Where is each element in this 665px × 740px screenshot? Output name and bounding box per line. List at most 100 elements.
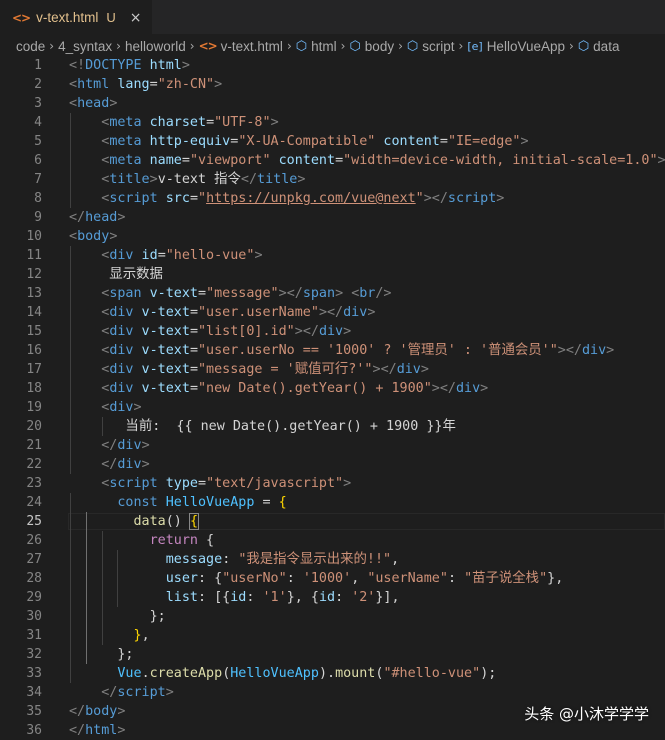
code-line: 5 <meta http-equiv="X-UA-Compatible" con… <box>0 132 665 151</box>
code-text: }, <box>69 626 150 645</box>
code-line: 28 user: {"userNo": '1000', "userName": … <box>0 569 665 588</box>
line-number: 32 <box>0 645 42 664</box>
code-text: <html lang="zh-CN"> <box>69 75 222 94</box>
line-number: 8 <box>0 189 42 208</box>
code-text: list: [{id: '1'}, {id: '2'}], <box>69 588 400 607</box>
code-line: 27 message: "我是指令显示出来的!!", <box>0 550 665 569</box>
line-number: 17 <box>0 360 42 379</box>
line-number: 23 <box>0 474 42 493</box>
code-line: 3 <head> <box>0 94 665 113</box>
line-number: 18 <box>0 379 42 398</box>
tab-bar-empty-area <box>152 0 665 34</box>
breadcrumb: code › 4_syntax › helloworld › <> v-text.html › ⬡… <box>0 35 665 57</box>
line-number: 9 <box>0 208 42 227</box>
code-line: 14 <div v-text="user.userName"></div> <box>0 303 665 322</box>
line-number: 14 <box>0 303 42 322</box>
breadcrumb-label: helloworld <box>125 39 186 54</box>
watermark: 头条 @小沐学学学 <box>524 703 649 724</box>
line-number: 22 <box>0 455 42 474</box>
breadcrumb-item-helloworld[interactable]: helloworld <box>125 39 186 54</box>
chevron-right-icon: › <box>398 39 403 53</box>
code-text: <div v-text="new Date().getYear() + 1900… <box>69 379 488 398</box>
line-number: 26 <box>0 531 42 550</box>
code-text: </script> <box>69 683 174 702</box>
code-line: 33 Vue.createApp(HelloVueApp).mount("#he… <box>0 664 665 683</box>
breadcrumb-label: html <box>311 39 337 54</box>
code-line: 15 <div v-text="list[0].id"></div> <box>0 322 665 341</box>
code-text: message: "我是指令显示出来的!!", <box>69 550 399 569</box>
code-text: <script src="https://unpkg.com/vue@next"… <box>69 189 504 208</box>
code-line: 9 </head> <box>0 208 665 227</box>
code-text: 当前: {{ new Date().getYear() + 1900 }}年 <box>69 417 456 436</box>
line-number: 20 <box>0 417 42 436</box>
code-line: 21 </div> <box>0 436 665 455</box>
code-text: <!DOCTYPE html> <box>69 56 190 75</box>
watermark-text: 头条 @小沐学学学 <box>524 703 649 724</box>
line-number: 10 <box>0 227 42 246</box>
close-icon[interactable]: × <box>130 10 142 26</box>
line-number: 35 <box>0 702 42 721</box>
breadcrumb-item-code[interactable]: code <box>16 39 45 54</box>
code-text: <span v-text="message"></span> <br/> <box>69 284 392 303</box>
code-line: 29 list: [{id: '1'}, {id: '2'}], <box>0 588 665 607</box>
code-text: </body> <box>69 702 125 721</box>
breadcrumb-label: 4_syntax <box>58 39 112 54</box>
code-text: <div v-text="message = '赋值可行?'"></div> <box>69 360 429 379</box>
code-text: <div> <box>69 398 142 417</box>
code-text: <meta charset="UTF-8"> <box>69 113 279 132</box>
line-number: 34 <box>0 683 42 702</box>
html-file-icon: <> <box>199 39 217 53</box>
code-text: <body> <box>69 227 117 246</box>
code-text: </head> <box>69 208 125 227</box>
line-number: 15 <box>0 322 42 341</box>
code-text: </div> <box>69 455 150 474</box>
code-line: 26 return { <box>0 531 665 550</box>
breadcrumb-item-4-syntax[interactable]: 4_syntax <box>58 39 112 54</box>
line-number: 31 <box>0 626 42 645</box>
breadcrumb-item-body[interactable]: ⬡body <box>349 39 394 54</box>
element-icon: ⬡ <box>578 39 589 54</box>
breadcrumb-label: script <box>422 39 454 54</box>
chevron-right-icon: › <box>569 39 574 53</box>
chevron-right-icon: › <box>190 39 195 53</box>
code-text: </html> <box>69 721 125 740</box>
code-text: <script type="text/javascript"> <box>69 474 351 493</box>
line-number: 29 <box>0 588 42 607</box>
code-line: 13 <span v-text="message"></span> <br/> <box>0 284 665 303</box>
line-number: 24 <box>0 493 42 512</box>
chevron-right-icon: › <box>287 39 292 53</box>
line-number: 36 <box>0 721 42 740</box>
code-text: <div v-text="user.userName"></div> <box>69 303 375 322</box>
line-number: 11 <box>0 246 42 265</box>
element-icon: ⬡ <box>407 39 418 54</box>
line-number: 3 <box>0 94 42 113</box>
code-editor[interactable]: 1<!DOCTYPE html>2<html lang="zh-CN">3<he… <box>0 56 665 738</box>
code-line: 32 }; <box>0 645 665 664</box>
code-text: <head> <box>69 94 117 113</box>
breadcrumb-item-data[interactable]: ⬡data <box>578 39 620 54</box>
line-number: 5 <box>0 132 42 151</box>
breadcrumb-item-v-text-html[interactable]: <> v-text.html <box>199 39 283 54</box>
code-line: 22 </div> <box>0 455 665 474</box>
code-text: <div v-text="user.userNo == '1000' ? '管理… <box>69 341 614 360</box>
chevron-right-icon: › <box>116 39 121 53</box>
variable-icon: [e] <box>467 40 482 53</box>
code-text: return { <box>69 531 214 550</box>
breadcrumb-label: v-text.html <box>221 39 283 54</box>
line-number: 33 <box>0 664 42 683</box>
breadcrumb-item-html[interactable]: ⬡ html <box>296 39 337 54</box>
tab-v-text-html[interactable]: <> v-text.html U × <box>0 0 152 34</box>
line-number: 12 <box>0 265 42 284</box>
code-text: <meta name="viewport" content="width=dev… <box>69 151 665 170</box>
breadcrumb-item-script[interactable]: ⬡ script <box>407 39 455 54</box>
html-file-icon: <> <box>12 11 30 25</box>
breadcrumb-item-hellovueapp[interactable]: [e]HelloVueApp <box>467 39 565 54</box>
code-text: <div v-text="list[0].id"></div> <box>69 322 351 341</box>
code-text: <title>v-text 指令</title> <box>69 170 305 189</box>
code-line: 30 }; <box>0 607 665 626</box>
code-line: 24 const HelloVueApp = { <box>0 493 665 512</box>
chevron-right-icon: › <box>49 39 54 53</box>
code-line: 10 <body> <box>0 227 665 246</box>
code-line: 31 }, <box>0 626 665 645</box>
element-icon: ⬡ <box>296 39 307 54</box>
